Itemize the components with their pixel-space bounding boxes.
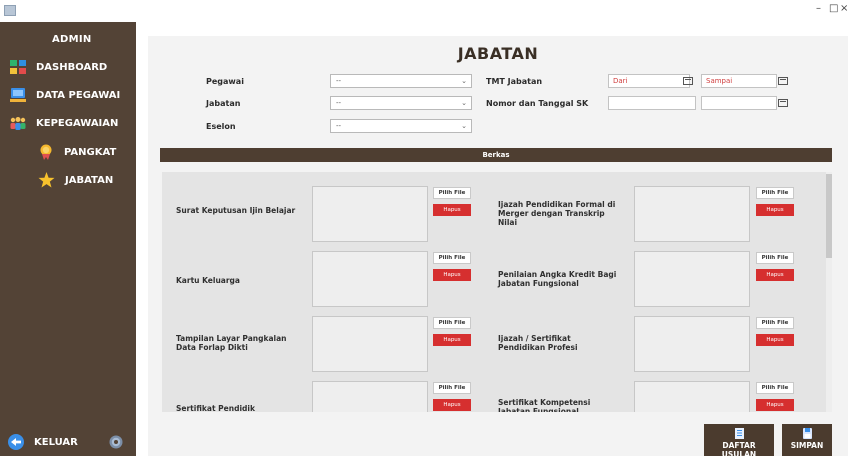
doc-label-right: Penilaian Angka Kredit Bagi Jabatan Fung… [498, 270, 617, 288]
nomor-sk-field[interactable] [608, 96, 696, 110]
doc-label-right: Ijazah / Sertifikat Pendidikan Profesi [498, 334, 578, 352]
nomor-sk-label: Nomor dan Tanggal SK [486, 99, 589, 108]
file-preview [634, 316, 750, 372]
calendar-icon[interactable] [778, 99, 788, 107]
tmt-jabatan-label: TMT Jabatan [486, 77, 543, 86]
file-list-scrollbar[interactable] [826, 172, 832, 412]
file-preview [312, 381, 428, 412]
doc-label-left: Kartu Keluarga [176, 276, 240, 285]
window-titlebar: – □ × [0, 0, 848, 22]
file-preview [312, 251, 428, 307]
calendar-icon[interactable] [778, 77, 788, 85]
sidebar-title: ADMIN [52, 34, 92, 45]
logout-button[interactable]: KELUAR [8, 434, 78, 450]
jabatan-value: -- [336, 99, 342, 107]
doc-label-left: Surat Keputusan Ijin Belajar [176, 206, 296, 215]
eselon-value: -- [336, 122, 342, 130]
tmt-dari-field[interactable]: Dari [608, 74, 690, 88]
file-preview [634, 381, 750, 412]
sampai-placeholder: Sampai [706, 77, 733, 85]
sidebar-item-jabatan[interactable]: JABATAN [38, 172, 113, 188]
sidebar-item-dashboard[interactable]: DASHBOARD [10, 60, 107, 74]
pegawai-value: -- [336, 77, 342, 85]
calendar-icon[interactable] [683, 77, 693, 85]
pilih-file-button[interactable]: Pilih File [433, 382, 471, 394]
pegawai-select[interactable]: -- ⌄ [330, 74, 472, 88]
hapus-button[interactable]: Hapus [756, 334, 794, 346]
main-panel: JABATAN Pegawai -- ⌄ Jabatan -- ⌄ Eselon… [148, 36, 848, 456]
dashboard-icon [10, 60, 26, 74]
file-preview [312, 186, 428, 242]
daftar-usulan-label: DAFTAR USULAN [721, 441, 757, 459]
jabatan-select[interactable]: -- ⌄ [330, 96, 472, 110]
sidebar-item-label: PANGKAT [64, 146, 117, 158]
file-preview [634, 186, 750, 242]
eselon-label: Eselon [206, 122, 236, 131]
doc-label-left: Tampilan Layar Pangkalan Data Forlap Dik… [176, 334, 287, 352]
jabatan-star-icon [38, 172, 55, 188]
page-title: JABATAN [457, 44, 539, 63]
eselon-select[interactable]: -- ⌄ [330, 119, 472, 133]
jabatan-label: Jabatan [206, 99, 241, 108]
doc-label-right: Ijazah Pendidikan Formal di Merger denga… [498, 200, 616, 227]
pegawai-label: Pegawai [206, 77, 244, 86]
file-preview [634, 251, 750, 307]
sidebar-item-label: JABATAN [65, 174, 114, 186]
sidebar-item-kepegawaian[interactable]: KEPEGAWAIAN [10, 116, 118, 130]
doc-label-right: Sertifikat Kompetensi Jabatan Fungsional [498, 398, 591, 412]
chevron-down-icon: ⌄ [461, 77, 467, 85]
sidebar-item-label: DATA PEGAWAI [36, 89, 121, 101]
close-button[interactable]: × [840, 3, 848, 14]
data-pegawai-icon [10, 88, 26, 102]
app-icon [4, 5, 16, 16]
chevron-down-icon: ⌄ [461, 99, 467, 107]
tmt-sampai-field[interactable]: Sampai [701, 74, 777, 88]
sidebar-item-label: KEPEGAWAIAN [36, 117, 119, 129]
pilih-file-button[interactable]: Pilih File [433, 317, 471, 329]
hapus-button[interactable]: Hapus [756, 399, 794, 411]
file-preview [312, 316, 428, 372]
berkas-file-list: Surat Keputusan Ijin Belajar Pilih File … [162, 172, 830, 412]
sidebar: ADMIN DASHBOARD DATA PEGAWAI KEPEGAWAIAN… [0, 22, 136, 456]
tanggal-sk-field[interactable] [701, 96, 777, 110]
chevron-down-icon: ⌄ [461, 122, 467, 130]
pilih-file-button[interactable]: Pilih File [433, 252, 471, 264]
hapus-button[interactable]: Hapus [756, 204, 794, 216]
daftar-usulan-button[interactable]: DAFTAR USULAN [704, 424, 774, 459]
pilih-file-button[interactable]: Pilih File [756, 252, 794, 264]
hapus-button[interactable]: Hapus [433, 399, 471, 411]
minimize-button[interactable]: – [816, 3, 821, 14]
maximize-button[interactable]: □ [829, 3, 838, 14]
dari-placeholder: Dari [613, 77, 628, 85]
sidebar-item-pangkat[interactable]: PANGKAT [38, 144, 116, 160]
pilih-file-button[interactable]: Pilih File [756, 382, 794, 394]
kepegawaian-icon [10, 117, 26, 130]
pilih-file-button[interactable]: Pilih File [756, 187, 794, 199]
pilih-file-button[interactable]: Pilih File [433, 187, 471, 199]
settings-gear-icon[interactable] [108, 434, 124, 450]
pangkat-icon [40, 144, 52, 160]
doc-label-left: Sertifikat Pendidik [176, 404, 255, 412]
save-disk-icon [802, 428, 812, 439]
hapus-button[interactable]: Hapus [433, 269, 471, 281]
hapus-button[interactable]: Hapus [433, 334, 471, 346]
scrollbar-thumb[interactable] [826, 174, 832, 258]
hapus-button[interactable]: Hapus [433, 204, 471, 216]
berkas-header: Berkas [160, 148, 832, 162]
sidebar-item-data-pegawai[interactable]: DATA PEGAWAI [10, 88, 120, 102]
simpan-label: SIMPAN [790, 441, 824, 450]
hapus-button[interactable]: Hapus [756, 269, 794, 281]
sidebar-item-label: DASHBOARD [36, 61, 108, 73]
back-arrow-icon [8, 434, 24, 450]
document-list-icon [734, 428, 744, 439]
simpan-button[interactable]: SIMPAN [782, 424, 832, 456]
logout-label: KELUAR [34, 436, 78, 448]
pilih-file-button[interactable]: Pilih File [756, 317, 794, 329]
